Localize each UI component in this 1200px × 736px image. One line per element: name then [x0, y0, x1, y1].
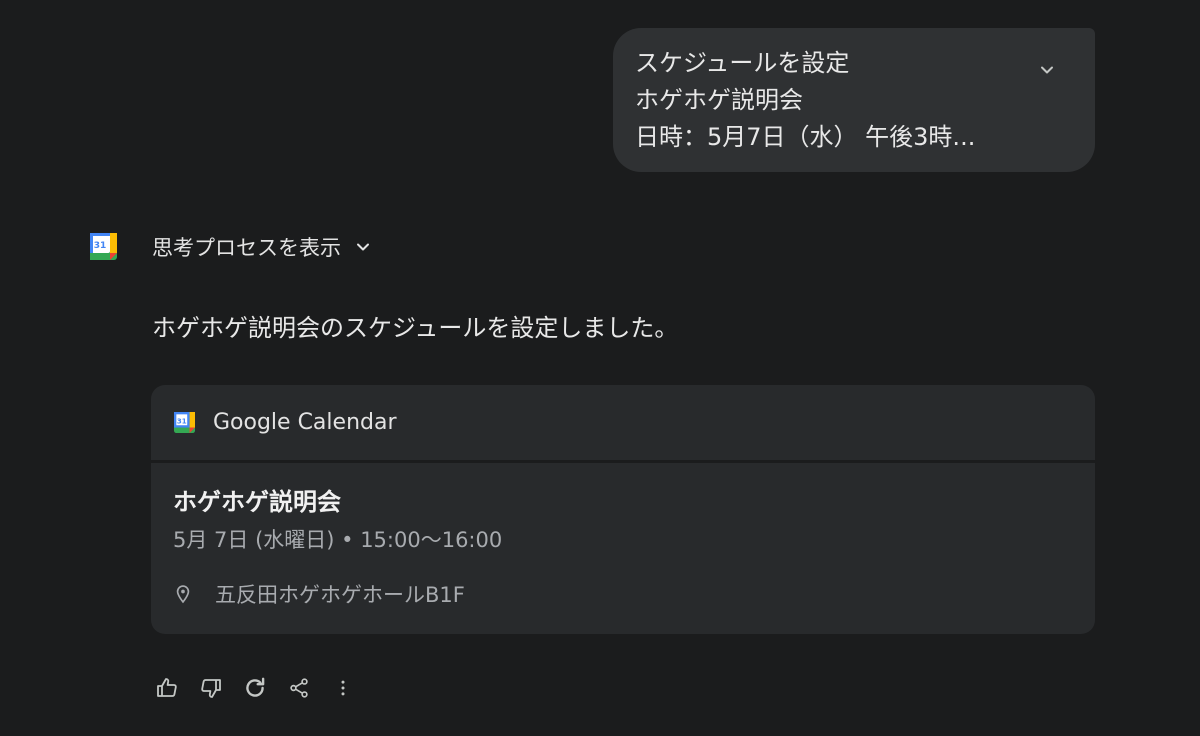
location-pin-icon [176, 585, 190, 604]
share-button[interactable] [280, 672, 318, 704]
response-action-bar [148, 672, 362, 704]
event-location: 五反田ホゲホゲホールB1F [215, 583, 465, 607]
expand-prompt-button[interactable] [1031, 54, 1063, 86]
share-icon [290, 678, 308, 698]
google-calendar-icon: 31 [174, 412, 195, 433]
chat-page: スケジュールを設定 ホゲホゲ説明会 日時：5月7日（水） 午後3時... 31 … [0, 0, 1200, 736]
assistant-response: ホゲホゲ説明会のスケジュールを設定しました。 [152, 314, 679, 342]
google-calendar-icon: 31 [90, 233, 117, 260]
card-icon-day: 31 [177, 418, 187, 426]
event-title: ホゲホゲ説明会 [173, 488, 341, 516]
thumbs-up-button[interactable] [148, 672, 186, 704]
event-location-row: 五反田ホゲホゲホールB1F [173, 579, 1073, 609]
avatar-day: 31 [94, 241, 107, 251]
thumbs-down-button[interactable] [192, 672, 230, 704]
regenerate-button[interactable] [236, 672, 274, 704]
more-options-button[interactable] [324, 672, 362, 704]
show-thinking-label: 思考プロセスを表示 [152, 236, 341, 260]
event-datetime: 5月 7日 (水曜日) • 15:00〜16:00 [173, 528, 503, 552]
calendar-card-header[interactable]: 31 Google Calendar [151, 385, 1095, 460]
chevron-down-icon [357, 243, 369, 251]
regenerate-icon [246, 677, 265, 697]
user-prompt-line: スケジュールを設定 [635, 49, 850, 77]
chevron-down-icon [1041, 66, 1053, 74]
thumbs-down-icon [201, 679, 221, 698]
calendar-app-name: Google Calendar [213, 410, 397, 435]
user-prompt-line: 日時：5月7日（水） 午後3時... [635, 123, 976, 151]
thumbs-up-icon [157, 678, 177, 697]
calendar-event-card[interactable]: ホゲホゲ説明会 5月 7日 (水曜日) • 15:00〜16:00 五反田ホゲホ… [151, 463, 1095, 634]
user-prompt-line: ホゲホゲ説明会 [635, 86, 803, 114]
user-prompt-bubble: スケジュールを設定 ホゲホゲ説明会 日時：5月7日（水） 午後3時... [613, 28, 1095, 172]
more-vert-icon [341, 680, 345, 696]
show-thinking-toggle[interactable]: 思考プロセスを表示 [152, 230, 373, 264]
